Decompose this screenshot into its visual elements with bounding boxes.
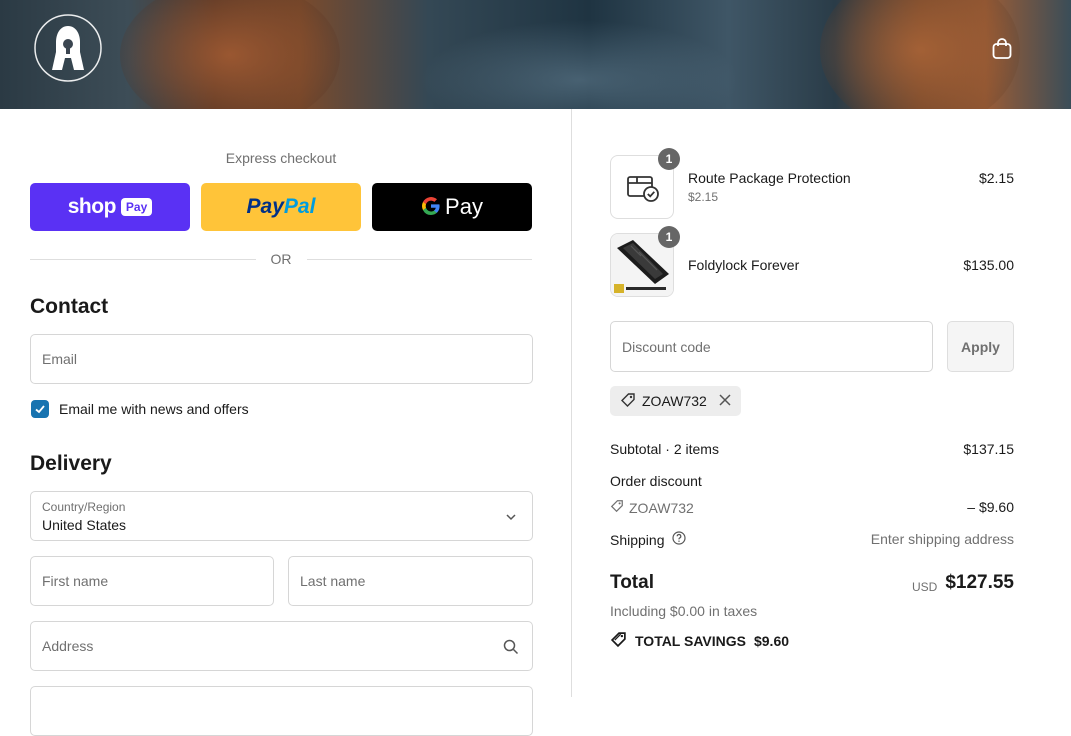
- paypal-button[interactable]: PayPal: [201, 183, 361, 231]
- total-amount: $127.55: [945, 572, 1014, 593]
- savings-label: TOTAL SAVINGS: [635, 633, 746, 649]
- savings-tag-icon: [610, 631, 627, 651]
- country-select[interactable]: Country/Region United States: [30, 491, 533, 541]
- paypal-logo: PayPal: [246, 195, 316, 218]
- column-divider: [571, 109, 572, 697]
- contact-heading: Contact: [30, 295, 109, 318]
- shop-pay-logo: shop: [67, 195, 117, 218]
- shipping-label: Shipping: [610, 531, 665, 548]
- banner-image-left-boot: [120, 0, 340, 109]
- google-pay-label: Pay: [445, 194, 483, 219]
- help-icon[interactable]: [671, 531, 686, 548]
- delivery-heading: Delivery: [30, 452, 112, 475]
- header-banner: [0, 0, 1071, 109]
- total-savings: TOTAL SAVINGS $9.60: [610, 631, 789, 651]
- store-logo[interactable]: [32, 12, 104, 84]
- order-discount-value: – $9.60: [967, 499, 1014, 515]
- discount-code-field[interactable]: Discount code: [610, 321, 933, 372]
- tag-icon: [610, 499, 624, 516]
- order-discount-label: Order discount: [610, 473, 702, 489]
- country-value: United States: [42, 517, 127, 533]
- apartment-field[interactable]: [30, 686, 533, 736]
- logo-icon: [34, 14, 102, 82]
- address-field[interactable]: Address: [30, 621, 533, 671]
- newsletter-checkbox[interactable]: [31, 400, 49, 418]
- last-name-field[interactable]: Last name: [288, 556, 533, 606]
- or-divider: OR: [30, 250, 532, 268]
- google-g-icon: [421, 196, 441, 219]
- check-icon: [35, 405, 45, 414]
- last-name-placeholder: Last name: [300, 573, 366, 589]
- banner-image-background: [420, 20, 740, 109]
- email-field[interactable]: Email: [30, 334, 533, 384]
- or-text: OR: [270, 251, 292, 267]
- shipping-value: Enter shipping address: [870, 531, 1014, 547]
- quantity-badge: 1: [658, 148, 680, 170]
- applied-code-text: ZOAW732: [642, 393, 707, 409]
- subtotal-value: $137.15: [963, 441, 1014, 457]
- tag-icon: [620, 392, 636, 411]
- email-placeholder: Email: [42, 351, 78, 367]
- search-icon: [502, 638, 520, 656]
- quantity-badge: 1: [658, 226, 680, 248]
- total-currency: USD: [912, 580, 938, 594]
- shipping-row: Shipping: [610, 531, 686, 548]
- express-checkout-title: Express checkout: [225, 150, 337, 166]
- cart-item-name: Foldylock Forever: [688, 257, 800, 273]
- country-label: Country/Region: [42, 500, 126, 514]
- savings-value: $9.60: [753, 633, 790, 649]
- subtotal-label: Subtotal · 2 items: [610, 441, 719, 457]
- discount-code-placeholder: Discount code: [622, 339, 711, 355]
- cart-item-price: $2.15: [978, 170, 1014, 186]
- total-label: Total: [610, 572, 654, 593]
- address-placeholder: Address: [42, 638, 94, 654]
- google-pay-button[interactable]: Pay: [372, 183, 532, 231]
- taxes-note: Including $0.00 in taxes: [610, 603, 758, 619]
- applied-discount-chip: ZOAW732: [610, 386, 741, 416]
- first-name-placeholder: First name: [42, 573, 109, 589]
- cart-item-unit-price: $2.15: [688, 190, 719, 204]
- newsletter-label: Email me with news and offers: [59, 401, 249, 417]
- order-discount-code: ZOAW732: [610, 499, 694, 516]
- chevron-down-icon: [504, 510, 518, 524]
- first-name-field[interactable]: First name: [30, 556, 274, 606]
- cart-item-name: Route Package Protection: [688, 170, 851, 186]
- cart-item-price: $135.00: [963, 257, 1014, 273]
- remove-discount-icon[interactable]: [719, 393, 731, 409]
- shop-pay-pill: Pay: [120, 198, 153, 216]
- shopping-bag-icon[interactable]: [990, 37, 1014, 61]
- apply-discount-button[interactable]: Apply: [947, 321, 1014, 372]
- shop-pay-button[interactable]: shop Pay: [30, 183, 190, 231]
